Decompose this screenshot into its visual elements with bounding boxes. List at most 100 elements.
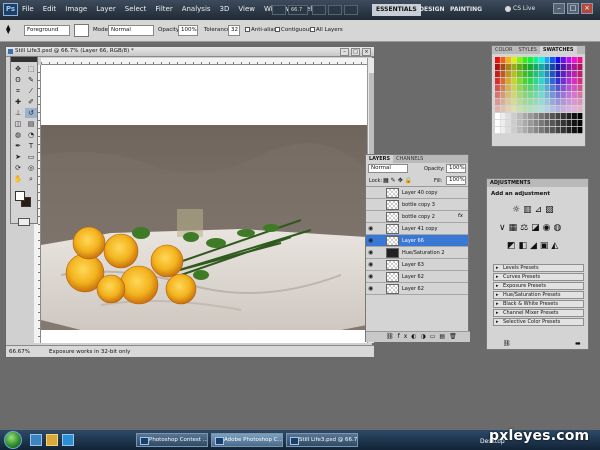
swatch[interactable] — [539, 106, 544, 113]
swatch[interactable] — [539, 99, 544, 106]
swatch[interactable] — [539, 92, 544, 99]
swatch[interactable] — [577, 78, 583, 85]
visibility-eye-icon[interactable]: ◉ — [368, 274, 374, 280]
layer-row[interactable]: ◉ Layer 66 — [366, 235, 468, 247]
swatch[interactable] — [511, 71, 517, 78]
swatch[interactable] — [522, 57, 528, 64]
quick-mask-icon[interactable] — [18, 218, 30, 226]
antialias-checkbox[interactable]: Anti-alias — [245, 27, 277, 33]
swatch[interactable] — [544, 71, 550, 78]
blur-tool-icon[interactable]: ◍ — [12, 130, 24, 140]
swatch[interactable] — [517, 71, 522, 78]
lock-icons[interactable]: ▦✎✥🔒 — [383, 177, 414, 184]
tab-layers[interactable]: LAYERS — [366, 155, 394, 163]
canvas[interactable] — [41, 65, 367, 343]
swatch[interactable] — [566, 78, 572, 85]
swatch[interactable] — [511, 127, 517, 134]
swatch[interactable] — [561, 64, 566, 71]
zoom-level[interactable]: 66.67% — [9, 349, 30, 355]
swatch[interactable] — [539, 57, 544, 64]
visibility-eye-icon[interactable]: ◉ — [368, 262, 374, 268]
maximize-button[interactable]: □ — [567, 3, 579, 14]
swatch[interactable] — [555, 57, 561, 64]
swatch[interactable] — [561, 113, 566, 120]
swatch[interactable] — [566, 57, 572, 64]
swatch[interactable] — [533, 99, 539, 106]
arrange-documents-button[interactable] — [328, 5, 342, 15]
workspace-painting[interactable]: PAINTING — [450, 4, 482, 16]
swatch[interactable] — [500, 120, 506, 127]
swatch[interactable] — [539, 120, 544, 127]
swatch[interactable] — [577, 127, 583, 134]
layer-row[interactable]: ◉ Hue/Saturation 2 — [366, 247, 468, 259]
swatch[interactable] — [506, 106, 511, 113]
swatch[interactable] — [517, 106, 522, 113]
menu-edit[interactable]: Edit — [43, 5, 57, 13]
swatch[interactable] — [555, 78, 561, 85]
tab-styles[interactable]: STYLES — [515, 46, 539, 54]
swatch[interactable] — [511, 99, 517, 106]
swatch[interactable] — [550, 71, 555, 78]
swatch[interactable] — [522, 106, 528, 113]
swatch[interactable] — [511, 92, 517, 99]
preset-item[interactable]: Black & White Presets — [493, 300, 584, 308]
swatch[interactable] — [506, 78, 511, 85]
swatch[interactable] — [528, 120, 533, 127]
swatch[interactable] — [544, 64, 550, 71]
layer-effects-icon[interactable]: fx — [458, 213, 463, 219]
swatch[interactable] — [561, 71, 566, 78]
swatch[interactable] — [522, 99, 528, 106]
swatch[interactable] — [572, 127, 577, 134]
pattern-picker[interactable] — [74, 24, 89, 37]
shape-tool-icon[interactable]: ▭ — [25, 152, 37, 162]
swatch[interactable] — [495, 71, 500, 78]
swatch[interactable] — [528, 106, 533, 113]
swatch[interactable] — [544, 57, 550, 64]
swatch[interactable] — [517, 92, 522, 99]
swatch[interactable] — [572, 57, 577, 64]
swatch[interactable] — [511, 113, 517, 120]
swatch[interactable] — [522, 120, 528, 127]
taskbar-item-document[interactable]: Still Life3.psd @ 66.7... — [286, 433, 358, 447]
swatch[interactable] — [566, 85, 572, 92]
visibility-eye-icon[interactable] — [368, 214, 374, 220]
swatch[interactable] — [566, 127, 572, 134]
swatch[interactable] — [577, 64, 583, 71]
swatch[interactable] — [561, 57, 566, 64]
adjustment-icons-row-2[interactable]: ∨▦⚖◪◉◍ — [499, 223, 564, 233]
paint-bucket-icon[interactable]: ⧫ — [6, 25, 20, 36]
layers-opacity-input[interactable]: 100% — [446, 164, 466, 173]
all-layers-checkbox[interactable]: All Layers — [310, 27, 343, 33]
swatch[interactable] — [528, 92, 533, 99]
swatch-grid[interactable] — [495, 57, 583, 135]
swatch[interactable] — [511, 120, 517, 127]
swatch[interactable] — [544, 113, 550, 120]
swatch[interactable] — [572, 64, 577, 71]
preset-item[interactable]: Hue/Saturation Presets — [493, 291, 584, 299]
swatch[interactable] — [566, 71, 572, 78]
swatch[interactable] — [528, 78, 533, 85]
swatch[interactable] — [495, 78, 500, 85]
swatch[interactable] — [550, 106, 555, 113]
crop-tool-icon[interactable]: ⌗ — [12, 86, 24, 96]
swatch[interactable] — [506, 120, 511, 127]
menu-image[interactable]: Image — [65, 5, 87, 13]
eyedropper-tool-icon[interactable]: ⁄ — [25, 86, 37, 96]
lasso-tool-icon[interactable]: ʘ — [12, 75, 24, 85]
swatch[interactable] — [550, 120, 555, 127]
marquee-tool-icon[interactable]: ⬚ — [25, 64, 37, 74]
visibility-eye-icon[interactable]: ◉ — [368, 226, 374, 232]
swatch[interactable] — [533, 120, 539, 127]
swatch[interactable] — [506, 99, 511, 106]
swatch[interactable] — [500, 113, 506, 120]
visibility-eye-icon[interactable]: ◉ — [368, 250, 374, 256]
swatch[interactable] — [577, 92, 583, 99]
swatch[interactable] — [528, 57, 533, 64]
adjustment-icons-row-3[interactable]: ◩◧◢▣◭ — [507, 241, 561, 251]
layers-footer-icons[interactable]: ⛓fx◐◑▭▤🗑 — [366, 331, 470, 342]
preset-item[interactable]: Selective Color Presets — [493, 318, 584, 326]
history-brush-icon[interactable]: ↺ — [25, 108, 37, 118]
swatch[interactable] — [500, 57, 506, 64]
swatch[interactable] — [555, 127, 561, 134]
swatch[interactable] — [500, 99, 506, 106]
